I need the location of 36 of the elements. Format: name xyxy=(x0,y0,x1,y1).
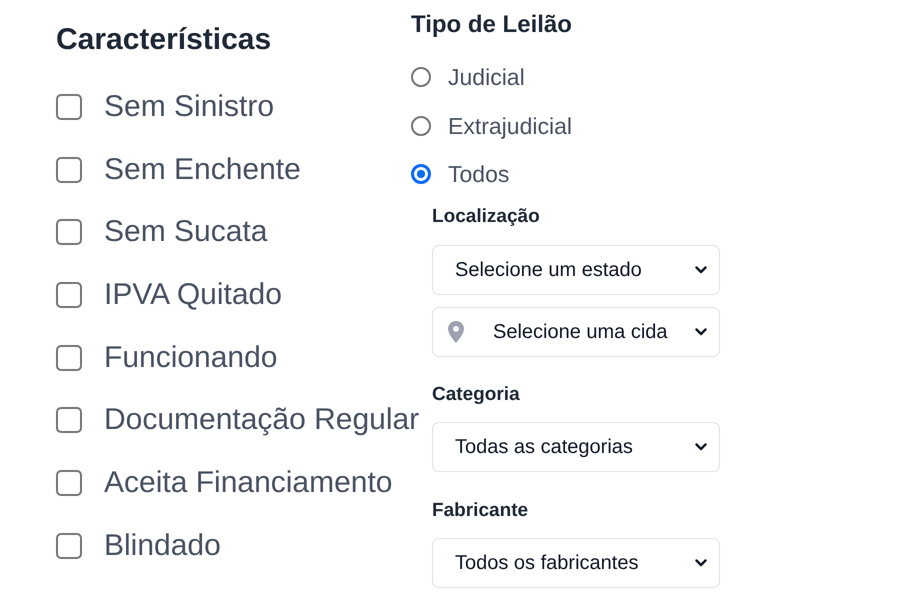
checkbox[interactable] xyxy=(56,470,82,496)
section-heading: Tipo de Leilão xyxy=(411,10,572,40)
location-pin-icon xyxy=(448,321,464,343)
checkbox-label: Blindado xyxy=(104,528,221,564)
checkbox[interactable] xyxy=(56,282,82,308)
chevron-down-icon xyxy=(695,559,707,567)
checkbox-label: Sem Sucata xyxy=(104,214,268,250)
checkbox[interactable] xyxy=(56,344,82,371)
checkbox[interactable] xyxy=(56,219,82,246)
city-select[interactable]: Selecione uma cida xyxy=(432,307,720,357)
checkbox[interactable] xyxy=(56,94,82,120)
state-select[interactable]: Selecione um estado xyxy=(432,245,720,295)
field-label: Localização xyxy=(432,205,540,229)
section-heading: Características xyxy=(56,22,272,58)
checkbox-label: Documentação Regular xyxy=(104,402,420,438)
chevron-down-icon xyxy=(695,328,707,336)
radio-button[interactable] xyxy=(411,116,431,136)
checkbox-label: Sem Sinistro xyxy=(104,89,274,125)
checkbox-label: Sem Enchente xyxy=(104,152,301,188)
radio-label: Todos xyxy=(448,160,510,189)
chevron-down-icon xyxy=(695,443,707,451)
category-select[interactable]: Todas as categorias xyxy=(432,422,720,472)
manufacturer-select[interactable]: Todos os fabricantes xyxy=(432,538,720,588)
checkbox[interactable] xyxy=(56,156,82,183)
checkbox[interactable] xyxy=(56,407,82,434)
chevron-down-icon xyxy=(695,266,707,274)
checkbox-label: Aceita Financiamento xyxy=(104,465,392,502)
radio-label: Extrajudicial xyxy=(448,112,572,140)
checkbox[interactable] xyxy=(56,532,82,559)
radio-button[interactable] xyxy=(411,164,431,184)
field-label: Fabricante xyxy=(432,499,528,523)
checkbox-label: IPVA Quitado xyxy=(104,277,282,314)
checkbox-label: Funcionando xyxy=(104,340,278,376)
radio-label: Judicial xyxy=(448,63,525,92)
radio-button[interactable] xyxy=(411,67,431,87)
field-label: Categoria xyxy=(432,383,520,407)
